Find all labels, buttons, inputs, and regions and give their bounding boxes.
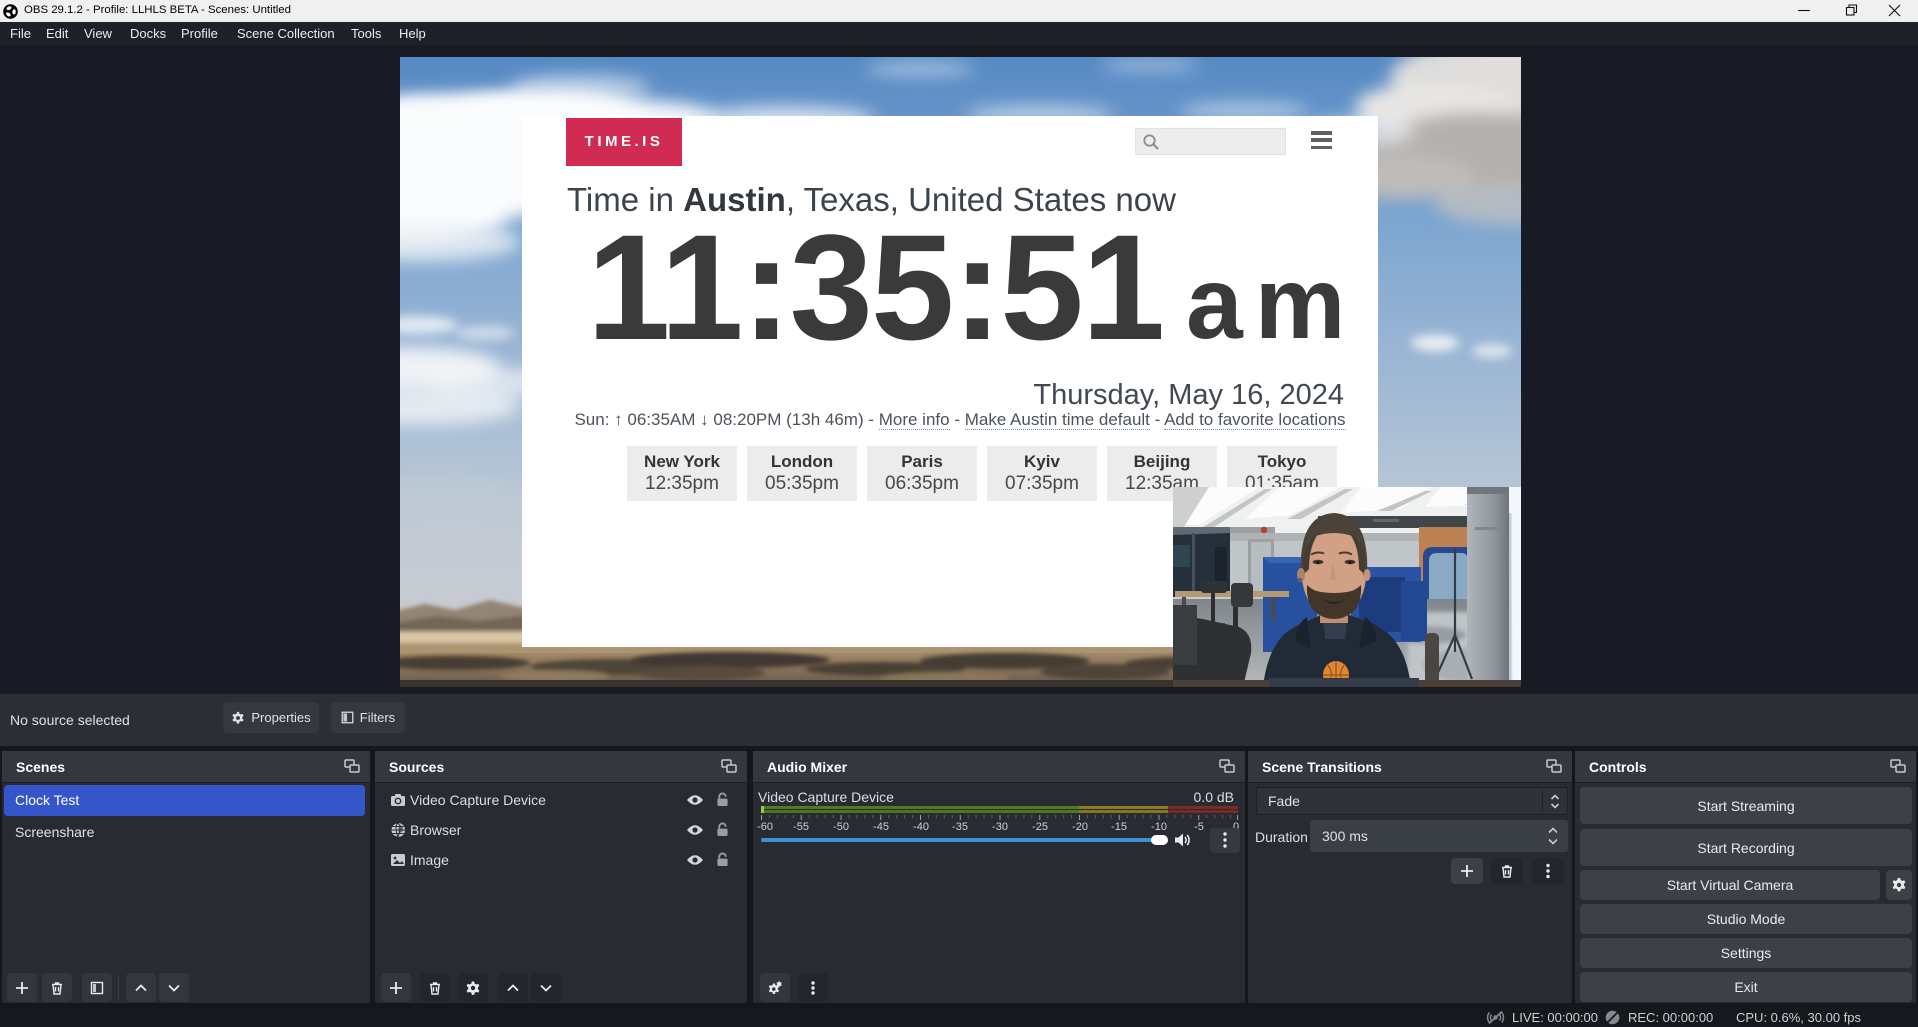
svg-text:-40: -40	[913, 821, 929, 832]
svg-text:-50: -50	[833, 821, 849, 832]
svg-text:-30: -30	[992, 821, 1008, 832]
svg-text:-10: -10	[1151, 821, 1167, 832]
svg-text:-25: -25	[1032, 821, 1048, 832]
svg-text:-20: -20	[1072, 821, 1088, 832]
svg-text:-5: -5	[1194, 821, 1204, 832]
svg-text:-15: -15	[1111, 821, 1127, 832]
svg-text:-45: -45	[873, 821, 889, 832]
svg-text:-60: -60	[757, 821, 773, 832]
svg-text:-55: -55	[793, 821, 809, 832]
svg-text:-35: -35	[952, 821, 968, 832]
